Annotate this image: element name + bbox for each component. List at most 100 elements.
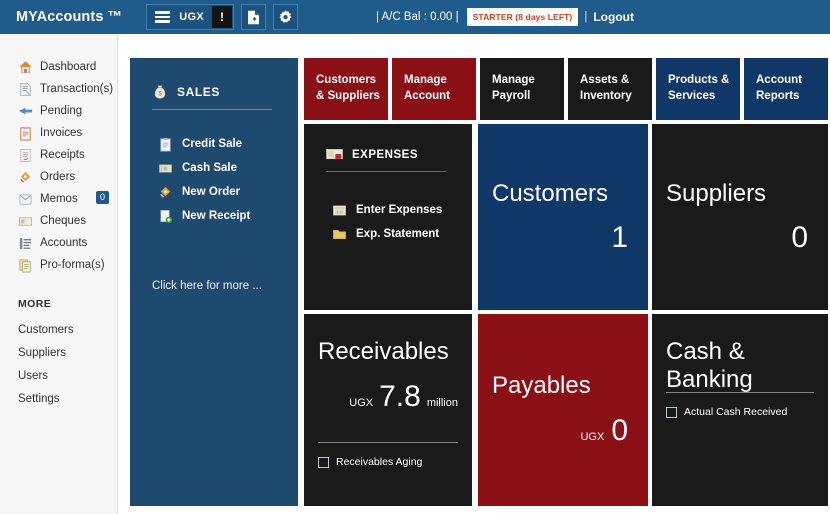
clipboard-icon — [20, 126, 31, 141]
tile-label: Products & Services — [668, 74, 730, 102]
tile-customers-metric[interactable]: Customers 1 — [478, 124, 648, 310]
receivables-aging-link[interactable]: Receivables Aging — [318, 456, 422, 468]
link-label: Exp. Statement — [356, 228, 440, 240]
sidebar-item-accounts[interactable]: Accounts — [0, 232, 117, 254]
metric-title: Cash & Banking — [666, 338, 753, 393]
sidebar-item-orders[interactable]: Orders — [0, 166, 117, 188]
expenses-panel-title: EXPENSES — [352, 149, 418, 161]
list-icon — [666, 406, 677, 418]
metric-title: Receivables — [318, 338, 449, 365]
tile-manage-account[interactable]: Manage Account — [392, 58, 476, 120]
tile-account-reports[interactable]: Account Reports — [744, 58, 828, 120]
settings-button[interactable] — [272, 4, 298, 30]
cash-sale-link[interactable]: Cash Sale — [158, 156, 298, 180]
money-bag-icon: $ — [154, 85, 166, 99]
sidebar-item-settings[interactable]: Settings — [0, 387, 117, 410]
metric-title: Payables — [492, 372, 591, 399]
sidebar-item-suppliers[interactable]: Suppliers — [0, 341, 117, 364]
payables-amount: UGX 0 — [580, 414, 628, 448]
pending-arrow-icon — [18, 107, 33, 114]
tile-label: Manage Payroll — [492, 74, 535, 102]
sidebar-item-receipts[interactable]: Receipts — [0, 144, 117, 166]
receivables-amount: UGX 7.8 million — [349, 380, 458, 414]
calculator-icon — [333, 204, 346, 216]
expenses-links: Enter Expenses Exp. Statement — [332, 198, 472, 246]
tile-manage-payroll[interactable]: Manage Payroll — [480, 58, 564, 120]
currency-label: UGX — [580, 431, 605, 443]
clipboard-icon — [160, 137, 171, 152]
banknote-icon — [326, 149, 343, 160]
sidebar-item-users[interactable]: Users — [0, 364, 117, 387]
sales-more-link[interactable]: Click here for more ... — [152, 280, 262, 292]
sidebar-item-label: Orders — [40, 171, 76, 183]
header-separator: | — [584, 11, 588, 23]
sales-panel-header: $ SALES — [152, 84, 298, 100]
metric-value: 0 — [791, 221, 808, 254]
account-balance-label: | A/C Bal : 0.00 | — [375, 11, 459, 23]
tile-suppliers-metric[interactable]: Suppliers 0 — [652, 124, 828, 310]
order-icon — [160, 186, 171, 198]
sidebar-item-label: Cheques — [40, 215, 87, 227]
sidebar-item-label: Dashboard — [40, 61, 97, 73]
new-order-link[interactable]: New Order — [158, 180, 298, 204]
new-receipt-icon — [160, 209, 173, 223]
plan-status-badge[interactable]: STARTER (8 days LEFT) — [466, 8, 579, 26]
sidebar-item-customers[interactable]: Customers — [0, 318, 117, 341]
sales-panel-divider — [152, 109, 272, 110]
exp-statement-link[interactable]: Exp. Statement — [332, 222, 472, 246]
cheque-icon — [19, 216, 32, 226]
sidebar-item-memos[interactable]: Memos 0 — [0, 188, 117, 210]
hamburger-menu-icon[interactable] — [147, 5, 177, 29]
tile-receivables[interactable]: Receivables UGX 7.8 million Receivables … — [304, 314, 472, 506]
tile-label: Assets & Inventory — [580, 74, 632, 102]
tile-assets-inventory[interactable]: Assets & Inventory — [568, 58, 652, 120]
tile-cash-banking[interactable]: Cash & Banking Actual Cash Received — [652, 314, 828, 506]
sidebar-more-heading: MORE — [18, 298, 52, 310]
sales-panel-title: SALES — [177, 85, 221, 99]
sidebar-item-pending[interactable]: Pending — [0, 100, 117, 122]
top-header-bar: MYAccounts ™ UGX ! | A/C Bal : 0.00 | ST… — [0, 0, 830, 34]
sidebar-item-label: Pro-forma(s) — [40, 259, 105, 271]
enter-expenses-link[interactable]: Enter Expenses — [332, 198, 472, 222]
tile-label: Account Reports — [756, 74, 802, 102]
receipt-icon — [20, 148, 31, 162]
cash-icon — [159, 163, 172, 173]
gear-icon — [279, 9, 292, 23]
sales-panel[interactable]: $ SALES Credit Sale Cash Sale New Order … — [130, 58, 298, 506]
link-label: Credit Sale — [182, 138, 243, 150]
tile-label: Manage Account — [404, 74, 450, 102]
logout-link[interactable]: Logout — [593, 10, 634, 24]
actual-cash-received-link[interactable]: Actual Cash Received — [666, 406, 787, 418]
scale-label: million — [426, 397, 458, 409]
credit-sale-link[interactable]: Credit Sale — [158, 132, 298, 156]
sidebar-item-label: Transaction(s) — [40, 83, 114, 95]
dashboard-content: $ SALES Credit Sale Cash Sale New Order … — [130, 58, 828, 508]
sidebar-item-proformas[interactable]: Pro-forma(s) — [0, 254, 117, 276]
tile-payables[interactable]: Payables UGX 0 — [478, 314, 648, 506]
memo-envelope-icon — [19, 193, 32, 205]
metric-title: Customers — [492, 180, 609, 207]
sidebar-nav-list: Dashboard Transaction(s) Pending Invoice… — [0, 56, 117, 276]
tile-customers-suppliers[interactable]: Customers & Suppliers — [304, 58, 388, 120]
new-receipt-link[interactable]: New Receipt — [158, 204, 298, 228]
currency-menu-group[interactable]: UGX ! — [146, 4, 234, 30]
sidebar-item-transactions[interactable]: Transaction(s) — [0, 78, 117, 100]
tile-label: Customers & Suppliers — [316, 74, 380, 102]
sidebar-item-cheques[interactable]: Cheques — [0, 210, 117, 232]
sidebar-item-label: Accounts — [40, 237, 88, 249]
transactions-icon — [20, 82, 31, 96]
sidebar-item-dashboard[interactable]: Dashboard — [0, 56, 117, 78]
expenses-panel[interactable]: EXPENSES Enter Expenses Exp. Statement — [304, 124, 472, 310]
folder-icon — [333, 229, 346, 239]
new-document-button[interactable] — [240, 4, 266, 30]
expenses-panel-divider — [326, 171, 446, 172]
sidebar-item-invoices[interactable]: Invoices — [0, 122, 117, 144]
link-label: Actual Cash Received — [684, 406, 788, 418]
dashboard-tile-grid: $ SALES Credit Sale Cash Sale New Order … — [130, 58, 828, 508]
alert-button[interactable]: ! — [211, 6, 232, 28]
tile-products-services[interactable]: Products & Services — [656, 58, 740, 120]
link-label: New Order — [182, 186, 241, 198]
home-icon — [19, 60, 32, 73]
metric-value: 7.8 — [379, 380, 421, 413]
sidebar-item-label: Memos — [40, 193, 78, 205]
